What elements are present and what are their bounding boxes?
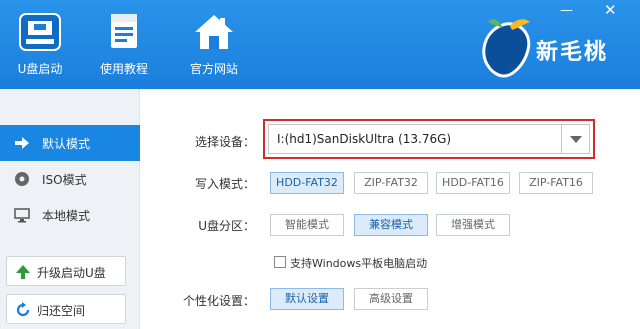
sidebar-item-label: 默认模式: [42, 137, 91, 151]
upgrade-arrow-icon: [16, 265, 30, 279]
sidebar-item-default-mode[interactable]: 默认模式: [0, 125, 140, 161]
nav-website-label: 官方网站: [189, 62, 238, 76]
header-bar: U盘启动 使用教程 官方网站 — ✕ 新毛桃: [0, 0, 640, 89]
write-mode-zip-fat32[interactable]: ZIP-FAT32: [354, 172, 428, 194]
peach-logo-icon: [482, 19, 531, 78]
brand-logo: 新毛桃: [476, 16, 634, 80]
document-icon: [111, 14, 137, 48]
write-mode-zip-fat16[interactable]: ZIP-FAT16: [519, 172, 593, 194]
restore-icon: [16, 302, 30, 317]
partition-compatible-mode[interactable]: 兼容模式: [354, 214, 428, 236]
brand-name: 新毛桃: [536, 40, 609, 65]
write-mode-hdd-fat32[interactable]: HDD-FAT32: [270, 172, 344, 194]
restore-space-button[interactable]: 归还空间: [6, 294, 126, 324]
default-settings-button[interactable]: 默认设置: [270, 288, 344, 310]
nav-usb-boot[interactable]: U盘启动: [0, 12, 80, 77]
restore-space-label: 归还空间: [37, 304, 86, 318]
sidebar-item-label: ISO模式: [42, 173, 87, 187]
nav-tutorial[interactable]: 使用教程: [84, 12, 164, 77]
personalize-label: 个性化设置：: [182, 294, 255, 308]
device-select[interactable]: I:(hd1)SanDiskUltra (13.76G): [268, 124, 590, 154]
usb-drive-icon: [19, 13, 61, 51]
nav-tutorial-label: 使用教程: [99, 62, 148, 76]
partition-enhanced-mode[interactable]: 增强模式: [436, 214, 510, 236]
device-label: 选择设备：: [194, 135, 255, 149]
nav-usb-boot-label: U盘启动: [17, 62, 63, 76]
sidebar: 默认模式 ISO模式 本地模式 升级启动U盘 归还空间: [0, 89, 140, 329]
device-highlight: I:(hd1)SanDiskUltra (13.76G): [263, 119, 595, 159]
tablet-support-label: 支持Windows平板电脑启动: [290, 257, 428, 270]
chevron-down-icon[interactable]: [561, 125, 589, 153]
device-value: I:(hd1)SanDiskUltra (13.76G): [277, 132, 452, 146]
home-icon: [195, 15, 233, 49]
upgrade-usb-label: 升级启动U盘: [37, 266, 106, 280]
nav-website[interactable]: 官方网站: [174, 12, 254, 77]
monitor-icon: [14, 208, 30, 223]
main-panel: 选择设备： I:(hd1)SanDiskUltra (13.76G) 写入模式：…: [141, 89, 640, 329]
write-mode-label: 写入模式：: [194, 177, 255, 191]
partition-smart-mode[interactable]: 智能模式: [270, 214, 344, 236]
sidebar-item-label: 本地模式: [42, 209, 91, 223]
disc-icon: [15, 172, 29, 186]
write-mode-hdd-fat16[interactable]: HDD-FAT16: [436, 172, 510, 194]
sidebar-item-local-mode[interactable]: 本地模式: [0, 197, 140, 233]
partition-label: U盘分区：: [198, 219, 255, 233]
advanced-settings-button[interactable]: 高级设置: [354, 288, 428, 310]
sidebar-item-iso-mode[interactable]: ISO模式: [0, 161, 140, 197]
upgrade-usb-button[interactable]: 升级启动U盘: [6, 256, 126, 286]
checkbox-box[interactable]: [274, 256, 286, 268]
arrow-right-icon: [15, 137, 29, 149]
